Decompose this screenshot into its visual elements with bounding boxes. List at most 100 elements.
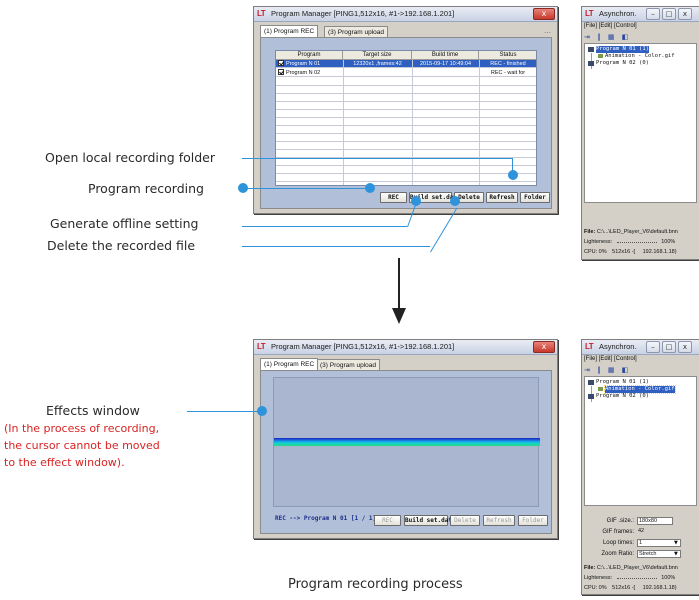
tree-item-animation[interactable]: Animation - Color.gif xyxy=(604,385,676,394)
cpu-status: CPU: 0% xyxy=(584,249,607,255)
annotation-effects-window: Effects window xyxy=(46,403,140,418)
rec-button[interactable]: REC xyxy=(374,515,401,526)
empty-table-row xyxy=(276,158,536,166)
folder-icon xyxy=(588,47,594,52)
options-icon[interactable]: … xyxy=(544,27,551,35)
gif-icon xyxy=(598,387,603,391)
column-header-build-time[interactable]: Build time xyxy=(412,51,479,60)
copy-icon[interactable]: ◧ xyxy=(622,33,629,41)
tree-item-animation[interactable]: Animation - Color.gif xyxy=(605,53,675,60)
recording-status: REC --> Program N 01 [1 / 1] xyxy=(275,515,377,522)
maximize-button[interactable]: □ xyxy=(662,341,676,353)
folder-button[interactable]: Folder xyxy=(520,192,550,203)
folder-button[interactable]: Folder xyxy=(518,515,548,526)
table-row[interactable]: Program N 01 12320x1 ,frames:42 2015-09-… xyxy=(276,60,536,68)
pause-icon[interactable]: ‖ xyxy=(597,366,601,374)
gif-size-field: 180x80 xyxy=(637,517,673,525)
tree-item-program-01[interactable]: Program N 01 (1) xyxy=(596,379,649,386)
close-button[interactable]: x xyxy=(533,341,555,353)
loop-times-label: Loop times: xyxy=(602,540,634,546)
minimize-button[interactable]: – xyxy=(646,341,660,353)
pointer-line xyxy=(242,158,512,159)
chevron-down-icon[interactable]: ▼ xyxy=(674,540,678,546)
annotation-effects-note-2: the cursor cannot be moved xyxy=(4,439,160,452)
refresh-button[interactable]: Refresh xyxy=(486,192,518,203)
lightness-label: Lighteness: xyxy=(584,575,613,581)
file-row: File: C:\...\LED_Player_V6\default.bnn xyxy=(584,565,697,571)
title-bar[interactable]: LT Program Manager [PING1,512x16, #1->19… xyxy=(254,340,557,355)
grid-icon[interactable]: ▦ xyxy=(608,366,615,374)
lightness-slider[interactable] xyxy=(616,575,657,579)
program-name: Program N 02 xyxy=(286,70,321,76)
zoom-ratio-label: Zoom Ratio: xyxy=(601,551,634,557)
row-build-time: 2015-09-17 10:49:04 xyxy=(419,61,472,67)
title-bar[interactable]: LT Asynchron. – □ x xyxy=(582,7,699,22)
copy-icon[interactable]: ◧ xyxy=(622,366,629,374)
play-icon[interactable]: ⇥ xyxy=(584,33,590,41)
status-row: CPU: 0% 512x16 -[ 192.168.1.18) xyxy=(584,585,697,591)
delete-button[interactable]: Delete xyxy=(450,515,480,526)
tree-item-program-02[interactable]: Program N 02 (0) xyxy=(596,60,649,67)
grid-icon[interactable]: ▦ xyxy=(608,33,615,41)
lightness-value: 100% xyxy=(661,239,676,245)
checkbox[interactable] xyxy=(278,60,284,66)
gif-size-label: GIF .size.: xyxy=(606,518,634,524)
folder-icon xyxy=(588,61,594,66)
gif-icon xyxy=(598,54,603,58)
program-table: Program Target size Build time Status Pr… xyxy=(275,50,537,186)
title-bar[interactable]: LT Asynchron. – □ x xyxy=(582,340,699,355)
app-logo-icon: LT xyxy=(257,342,266,351)
build-set-dat-button[interactable]: Build set.dat xyxy=(404,515,452,526)
arrow-head xyxy=(392,308,406,324)
program-rec-panel: REC --> Program N 01 [1 / 1] REC Build s… xyxy=(260,370,552,534)
menu-bar[interactable]: [File] [Edit] [Control] xyxy=(584,356,637,362)
close-button[interactable]: x xyxy=(678,8,692,20)
checkbox[interactable] xyxy=(278,69,284,75)
maximize-button[interactable]: □ xyxy=(662,8,676,20)
lightness-slider[interactable] xyxy=(616,239,657,243)
effects-window xyxy=(273,377,540,507)
tab-program-rec[interactable]: (1) Program REC xyxy=(260,358,319,370)
lightness-row: Lighteness: 100% xyxy=(584,239,697,245)
ip-status: 192.168.1.18) xyxy=(642,249,677,255)
close-button[interactable]: x xyxy=(678,341,692,353)
file-row: File: C:\...\LED_Player_V6\default.bnn xyxy=(584,229,697,235)
refresh-button[interactable]: Refresh xyxy=(483,515,515,526)
program-tree: Program N 01 (1) Animation - Color.gif P… xyxy=(584,376,697,506)
column-header-status[interactable]: Status xyxy=(479,51,537,60)
app-logo-icon: LT xyxy=(585,9,594,18)
pause-icon[interactable]: ‖ xyxy=(597,33,601,41)
pointer-line xyxy=(430,208,458,253)
minimize-button[interactable]: – xyxy=(646,8,660,20)
program-rec-panel: Program Target size Build time Status Pr… xyxy=(260,37,552,209)
annotation-program-recording: Program recording xyxy=(88,181,204,196)
tab-program-rec[interactable]: (1) Program REC xyxy=(260,25,319,37)
pointer-dot xyxy=(238,183,248,193)
close-button[interactable]: x xyxy=(533,8,555,20)
empty-table-row xyxy=(276,174,536,182)
empty-table-row xyxy=(276,150,536,158)
play-icon[interactable]: ⇥ xyxy=(584,366,590,374)
tree-item-program-01[interactable]: Program N 01 (1) xyxy=(596,46,649,53)
pointer-dot xyxy=(411,196,421,206)
gif-frames-label: GIF frames: xyxy=(602,529,634,535)
menu-bar[interactable]: [File] [Edit] [Control] xyxy=(584,23,637,29)
column-header-program[interactable]: Program xyxy=(276,51,343,60)
column-header-target-size[interactable]: Target size xyxy=(343,51,412,60)
title-bar[interactable]: LT Program Manager [PING1,512x16, #1->19… xyxy=(254,7,557,22)
gif-frames-field: 42 xyxy=(638,528,645,534)
toolbar: ⇥ ‖ ▦ ◧ xyxy=(584,366,628,375)
pointer-dot xyxy=(365,183,375,193)
rec-button[interactable]: REC xyxy=(380,192,407,203)
file-path: C:\...\LED_Player_V6\default.bnn xyxy=(596,565,678,571)
lightness-label: Lighteness: xyxy=(584,239,613,245)
effect-preview-strip xyxy=(274,438,540,446)
table-row[interactable]: Program N 02 REC - wait for xyxy=(276,69,536,77)
asynchron-window-top: LT Asynchron. – □ x [File] [Edit] [Contr… xyxy=(581,6,699,260)
chevron-down-icon[interactable]: ▼ xyxy=(674,551,678,557)
tree-item-program-02[interactable]: Program N 02 (0) xyxy=(596,393,649,400)
status-row: CPU: 0% 512x16 -[ 192.168.1.18) xyxy=(584,249,697,255)
empty-table-row xyxy=(276,142,536,150)
annotation-effects-note-3: to the effect window). xyxy=(4,456,125,469)
row-status: REC - wait for xyxy=(490,70,526,76)
